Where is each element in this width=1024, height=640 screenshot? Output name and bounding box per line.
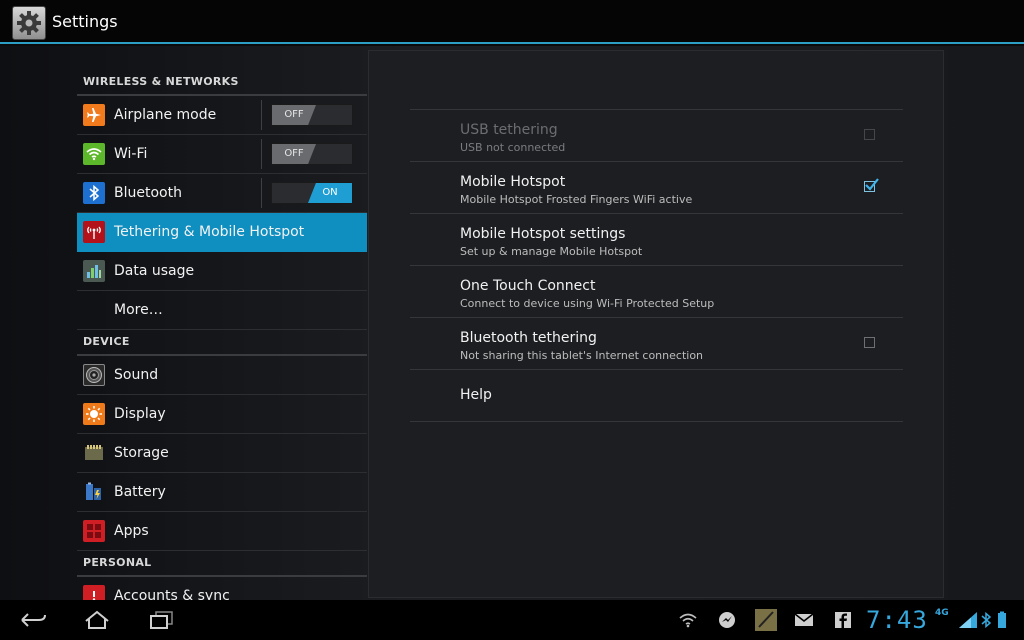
pref-summary: Connect to device using Wi-Fi Protected … [460,297,715,310]
sidebar-item-bluetooth[interactable]: Bluetooth ON [77,174,367,213]
sidebar-item-wifi[interactable]: Wi-Fi OFF [77,135,367,174]
bluetooth-icon [83,182,105,204]
pref-summary: Not sharing this tablet's Internet conne… [460,349,704,362]
pref-bluetooth-tethering[interactable]: Bluetooth tethering Not sharing this tab… [410,318,903,370]
network-type-label: 4G [935,608,949,618]
messenger-icon[interactable] [717,610,737,630]
app-title: Settings [52,12,118,31]
speaker-icon [83,364,105,386]
sidebar-item-label: Accounts & sync [114,588,230,600]
pref-title: USB tethering [460,122,558,138]
sidebar-item-label: Tethering & Mobile Hotspot [114,224,305,240]
wifi-icon [83,143,105,165]
battery-icon [83,481,105,503]
pref-usb-tethering[interactable]: USB tethering USB not connected [410,110,903,162]
pref-summary: Set up & manage Mobile Hotspot [460,245,643,258]
data-usage-icon [83,260,105,282]
sidebar-item-label: Data usage [114,263,195,279]
bluetooth-tethering-checkbox[interactable] [864,337,875,348]
gmail-icon[interactable] [794,610,814,630]
facebook-icon[interactable] [833,610,853,630]
sidebar-item-display[interactable]: Display [77,395,367,434]
preference-list: USB tethering USB not connected Mobile H… [410,109,903,422]
action-bar: Settings [0,0,1024,44]
section-header-device: DEVICE [77,330,367,356]
sidebar-item-label: Battery [114,484,166,500]
status-clock: 7:43 [866,606,928,634]
sidebar-item-sound[interactable]: Sound [77,356,367,395]
pref-summary: Mobile Hotspot Frosted Fingers WiFi acti… [460,193,693,206]
pref-title: Mobile Hotspot settings [460,226,626,242]
sidebar-item-label: More… [114,302,163,318]
sidebar-item-more[interactable]: More… [77,291,367,330]
apps-icon [83,520,105,542]
section-header-wireless: WIRELESS & NETWORKS [77,46,367,96]
display-brightness-icon [83,403,105,425]
pref-title: Help [460,387,492,403]
wifi-hotspot-icon[interactable] [678,610,698,630]
sidebar-item-label: Sound [114,367,159,383]
pref-mobile-hotspot-settings[interactable]: Mobile Hotspot settings Set up & manage … [410,214,903,266]
system-bar: 7:43 4G [0,600,1024,640]
usb-tethering-checkbox[interactable] [864,129,875,140]
sidebar-item-battery[interactable]: Battery [77,473,367,512]
airplane-icon [83,104,105,126]
sd-card-icon [83,442,105,464]
status-battery-icon [996,610,1008,630]
sidebar-item-label: Bluetooth [114,185,182,201]
sidebar-item-label: Apps [114,523,149,539]
sidebar-item-accounts-sync[interactable]: Accounts & sync [77,577,367,600]
signal-strength-icon [957,610,979,630]
mobile-hotspot-checkbox[interactable] [864,178,879,192]
section-header-personal: PERSONAL [77,551,367,577]
pref-title: Bluetooth tethering [460,330,597,346]
settings-headers-list[interactable]: WIRELESS & NETWORKS Airplane mode OFF Wi… [77,46,367,600]
settings-content: WIRELESS & NETWORKS Airplane mode OFF Wi… [0,46,1024,600]
back-icon[interactable] [16,608,50,632]
sidebar-item-label: Storage [114,445,169,461]
wifi-toggle[interactable]: OFF [271,143,353,165]
hotspot-icon [83,221,105,243]
pref-title: One Touch Connect [460,278,596,294]
sidebar-item-label: Wi-Fi [114,146,148,162]
home-icon[interactable] [80,608,114,632]
sidebar-item-apps[interactable]: Apps [77,512,367,551]
airplane-mode-toggle[interactable]: OFF [271,104,353,126]
sidebar-item-label: Display [114,406,166,422]
pref-title: Mobile Hotspot [460,174,566,190]
checkmark-icon [865,178,879,191]
sidebar-item-label: Airplane mode [114,107,217,123]
sidebar-item-data-usage[interactable]: Data usage [77,252,367,291]
pref-help[interactable]: Help [410,370,903,422]
pref-summary: USB not connected [460,141,566,154]
sidebar-item-storage[interactable]: Storage [77,434,367,473]
note-icon[interactable] [754,608,778,632]
status-bluetooth-icon [980,610,992,630]
recent-apps-icon[interactable] [144,608,178,632]
sync-icon [83,585,105,600]
gear-icon[interactable] [12,6,46,40]
pref-mobile-hotspot[interactable]: Mobile Hotspot Mobile Hotspot Frosted Fi… [410,162,903,214]
bluetooth-toggle[interactable]: ON [271,182,353,204]
sidebar-item-tethering[interactable]: Tethering & Mobile Hotspot [77,213,367,252]
tethering-detail-pane: USB tethering USB not connected Mobile H… [368,50,944,598]
pref-one-touch-connect[interactable]: One Touch Connect Connect to device usin… [410,266,903,318]
sidebar-item-airplane-mode[interactable]: Airplane mode OFF [77,96,367,135]
